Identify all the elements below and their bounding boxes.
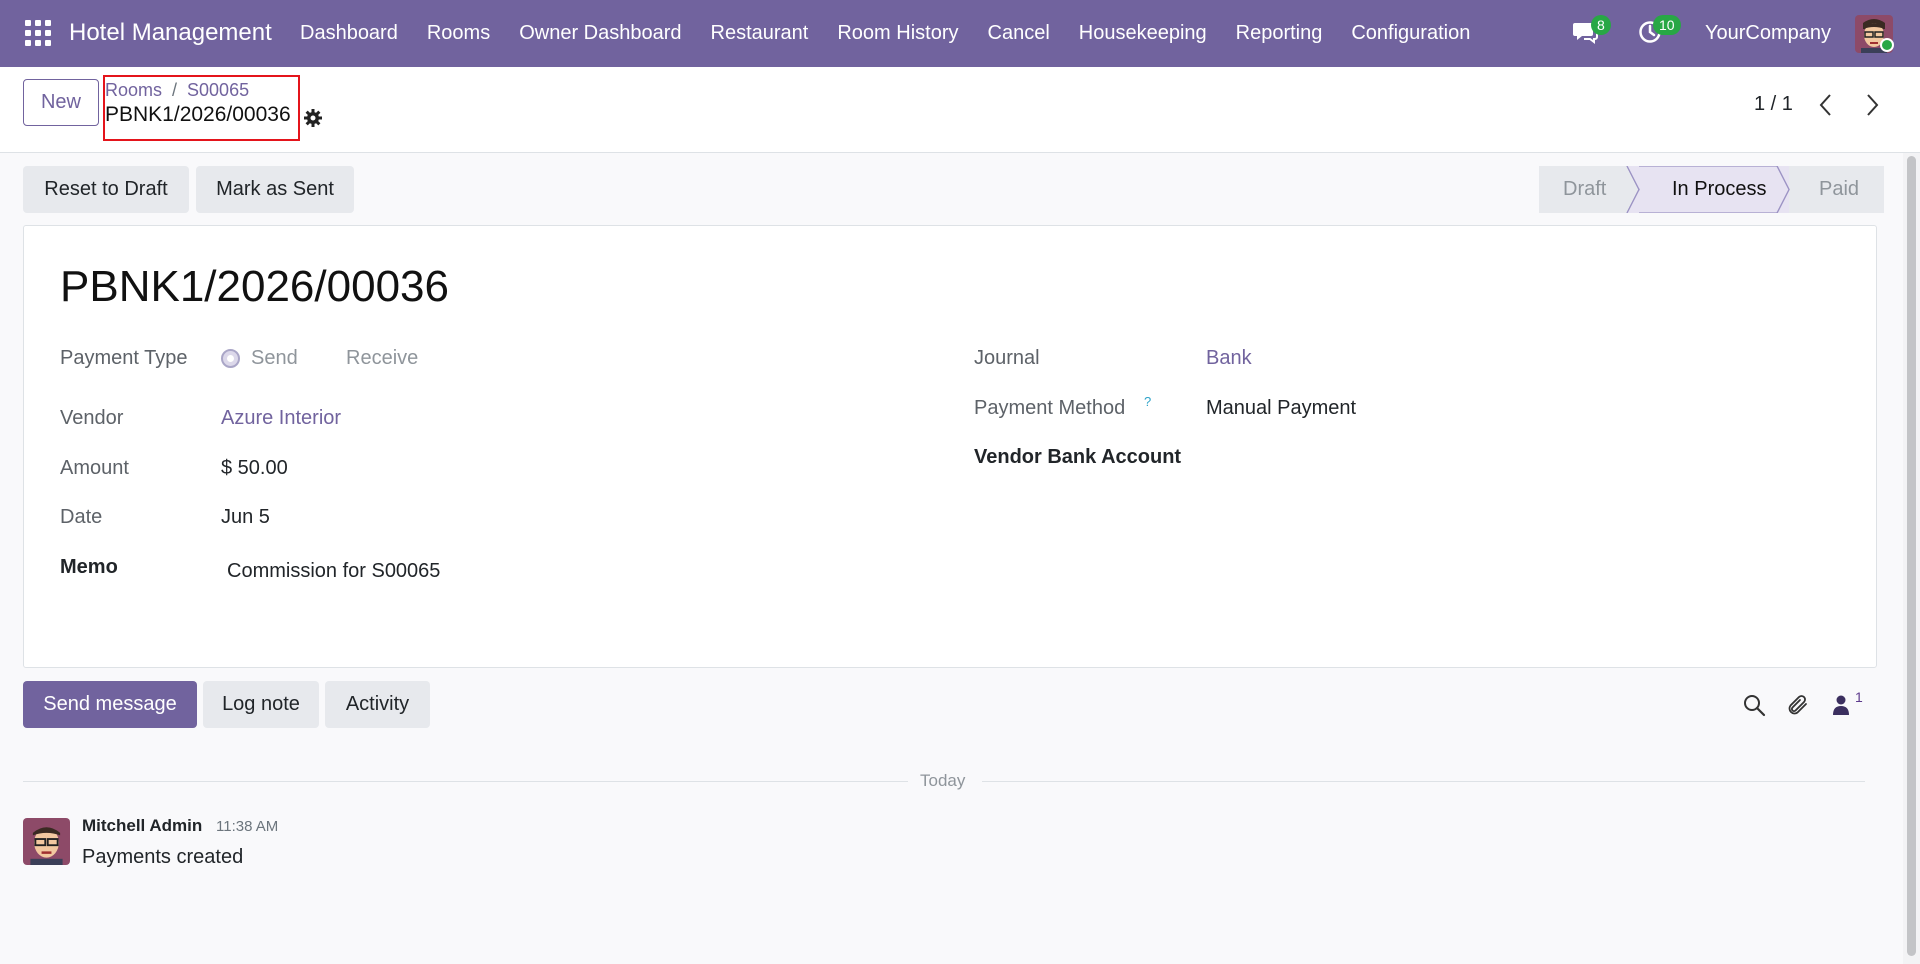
author-avatar[interactable]: [23, 818, 70, 865]
date-separator-label: Today: [920, 771, 966, 790]
stage-paid[interactable]: Paid: [1789, 166, 1884, 213]
scrollbar-thumb[interactable]: [1907, 156, 1916, 956]
menu-restaurant[interactable]: Restaurant: [711, 22, 809, 45]
chevron-left-icon[interactable]: [1816, 91, 1836, 119]
menu-cancel[interactable]: Cancel: [988, 22, 1050, 45]
activity-button[interactable]: Activity: [325, 681, 430, 728]
send-message-button[interactable]: Send message: [23, 681, 197, 728]
help-tooltip-icon[interactable]: ?: [1144, 394, 1151, 409]
menu-configuration[interactable]: Configuration: [1351, 22, 1470, 45]
amount-value: $ 50.00: [221, 457, 288, 479]
top-navbar: Hotel Management Dashboard Rooms Owner D…: [0, 0, 1920, 67]
amount-label: Amount: [60, 457, 129, 479]
breadcrumb-order[interactable]: S00065: [187, 80, 249, 100]
breadcrumb-rooms[interactable]: Rooms: [105, 80, 162, 100]
journal-label: Journal: [974, 347, 1040, 369]
search-icon[interactable]: [1742, 693, 1766, 717]
payment-method-label: Payment Method: [974, 397, 1126, 419]
menu-room-history[interactable]: Room History: [837, 22, 958, 45]
followers-count: 1: [1855, 689, 1863, 705]
mark-as-sent-button[interactable]: Mark as Sent: [196, 166, 354, 213]
log-note-button[interactable]: Log note: [203, 681, 319, 728]
journal-link[interactable]: Bank: [1206, 347, 1252, 370]
memo-value: Commission for S00065: [227, 560, 441, 582]
record-breadcrumb-title: PBNK1/2026/00036: [105, 103, 291, 126]
date-divider-left: [23, 781, 908, 782]
date-label: Date: [60, 506, 103, 528]
menu-reporting[interactable]: Reporting: [1236, 22, 1323, 45]
breadcrumb: Rooms / S00065: [105, 80, 249, 101]
activities-count-badge: 10: [1653, 15, 1681, 35]
messages-count-badge: 8: [1591, 15, 1611, 35]
payment-type-label: Payment Type: [60, 347, 188, 369]
status-bar: Draft In Process Paid: [1539, 166, 1884, 213]
stage-draft[interactable]: Draft: [1539, 166, 1639, 213]
chevron-right-icon[interactable]: [1862, 91, 1882, 119]
menu-dashboard[interactable]: Dashboard: [300, 22, 398, 45]
message-author[interactable]: Mitchell Admin: [82, 816, 202, 836]
stage-in-process[interactable]: In Process: [1639, 166, 1789, 213]
date-value: Jun 5: [221, 506, 270, 528]
app-brand[interactable]: Hotel Management: [69, 19, 272, 47]
pager-value[interactable]: 1 / 1: [1754, 93, 1793, 116]
online-status-dot: [1880, 38, 1894, 52]
vendor-bank-account-label: Vendor Bank Account: [974, 446, 1182, 468]
payment-title: PBNK1/2026/00036: [60, 262, 449, 311]
main-menu: Dashboard Rooms Owner Dashboard Restaura…: [300, 22, 1499, 45]
message-body: Payments created: [82, 846, 244, 868]
new-button[interactable]: New: [23, 79, 99, 126]
control-panel: New Rooms / S00065 PBNK1/2026/00036 1 / 1: [0, 67, 1920, 153]
gear-icon[interactable]: [303, 108, 323, 128]
menu-housekeeping[interactable]: Housekeeping: [1079, 22, 1207, 45]
vendor-label: Vendor: [60, 407, 124, 429]
payment-type-send-label[interactable]: Send: [251, 347, 298, 370]
apps-menu-icon[interactable]: [25, 20, 51, 46]
followers-icon[interactable]: [1831, 694, 1851, 716]
reset-to-draft-button[interactable]: Reset to Draft: [23, 166, 189, 213]
payment-method-value: Manual Payment: [1206, 397, 1357, 419]
date-divider-right: [982, 781, 1865, 782]
paperclip-icon[interactable]: [1786, 693, 1810, 717]
company-switcher[interactable]: YourCompany: [1705, 22, 1831, 45]
vendor-link[interactable]: Azure Interior: [221, 407, 341, 430]
payment-type-receive-label[interactable]: Receive: [346, 347, 418, 370]
menu-rooms[interactable]: Rooms: [427, 22, 490, 45]
breadcrumb-separator: /: [172, 80, 178, 100]
memo-label: Memo: [60, 556, 118, 578]
message-timestamp: 11:38 AM: [216, 818, 279, 835]
payment-type-send-radio[interactable]: [221, 349, 240, 368]
menu-owner-dashboard[interactable]: Owner Dashboard: [519, 22, 681, 45]
